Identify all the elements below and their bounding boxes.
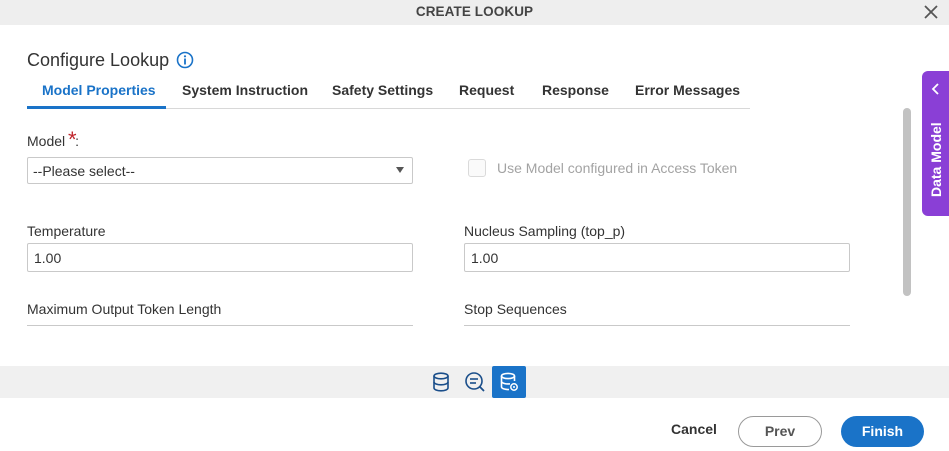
finish-button[interactable]: Finish xyxy=(841,416,924,447)
database-settings-icon xyxy=(500,372,518,391)
search-list-icon[interactable] xyxy=(463,370,487,394)
page-title: Configure Lookup xyxy=(27,50,170,70)
temperature-label: Temperature xyxy=(27,223,106,239)
stop-sequences-label: Stop Sequences xyxy=(464,301,567,317)
icon-toolbar xyxy=(0,366,949,398)
tab-bar: Model Properties System Instruction Safe… xyxy=(27,80,750,109)
stop-sequences-input[interactable] xyxy=(464,325,850,329)
model-select-value: --Please select-- xyxy=(33,163,135,179)
scrollbar-thumb[interactable] xyxy=(903,108,911,296)
dialog-title: CREATE LOOKUP xyxy=(415,4,534,19)
info-icon[interactable] xyxy=(176,51,194,69)
model-label-group: Model *: xyxy=(27,127,79,152)
data-model-panel-tab[interactable]: Data Model xyxy=(922,71,949,216)
chevron-left-icon xyxy=(931,83,939,95)
tab-safety-settings[interactable]: Safety Settings xyxy=(332,82,433,98)
use-access-token-model-checkbox[interactable] xyxy=(468,159,486,177)
tab-response[interactable]: Response xyxy=(542,82,609,98)
cancel-button[interactable]: Cancel xyxy=(671,421,717,437)
active-tab-indicator xyxy=(27,106,166,109)
prev-button[interactable]: Prev xyxy=(738,416,822,447)
dropdown-arrow-icon xyxy=(396,167,404,173)
max-output-token-input[interactable] xyxy=(27,325,413,329)
tab-request[interactable]: Request xyxy=(459,82,514,98)
model-select[interactable]: --Please select-- xyxy=(27,157,413,184)
model-label: Model xyxy=(27,133,66,149)
database-icon[interactable] xyxy=(429,370,453,394)
tab-system-instruction[interactable]: System Instruction xyxy=(182,82,308,98)
max-output-token-label: Maximum Output Token Length xyxy=(27,301,222,317)
tab-model-properties[interactable]: Model Properties xyxy=(42,82,156,98)
nucleus-sampling-label: Nucleus Sampling (top_p) xyxy=(464,223,626,239)
required-marker: * xyxy=(68,127,77,152)
data-model-label: Data Model xyxy=(928,122,944,197)
temperature-input[interactable]: 1.00 xyxy=(27,243,413,272)
use-access-token-model-label: Use Model configured in Access Token xyxy=(497,160,738,176)
database-settings-button[interactable] xyxy=(492,366,526,398)
close-icon[interactable] xyxy=(923,3,939,21)
nucleus-sampling-input[interactable]: 1.00 xyxy=(464,243,850,272)
temperature-value: 1.00 xyxy=(34,250,62,266)
nucleus-sampling-value: 1.00 xyxy=(471,250,499,266)
tab-error-messages[interactable]: Error Messages xyxy=(635,82,740,98)
dialog-titlebar: CREATE LOOKUP xyxy=(0,0,949,25)
